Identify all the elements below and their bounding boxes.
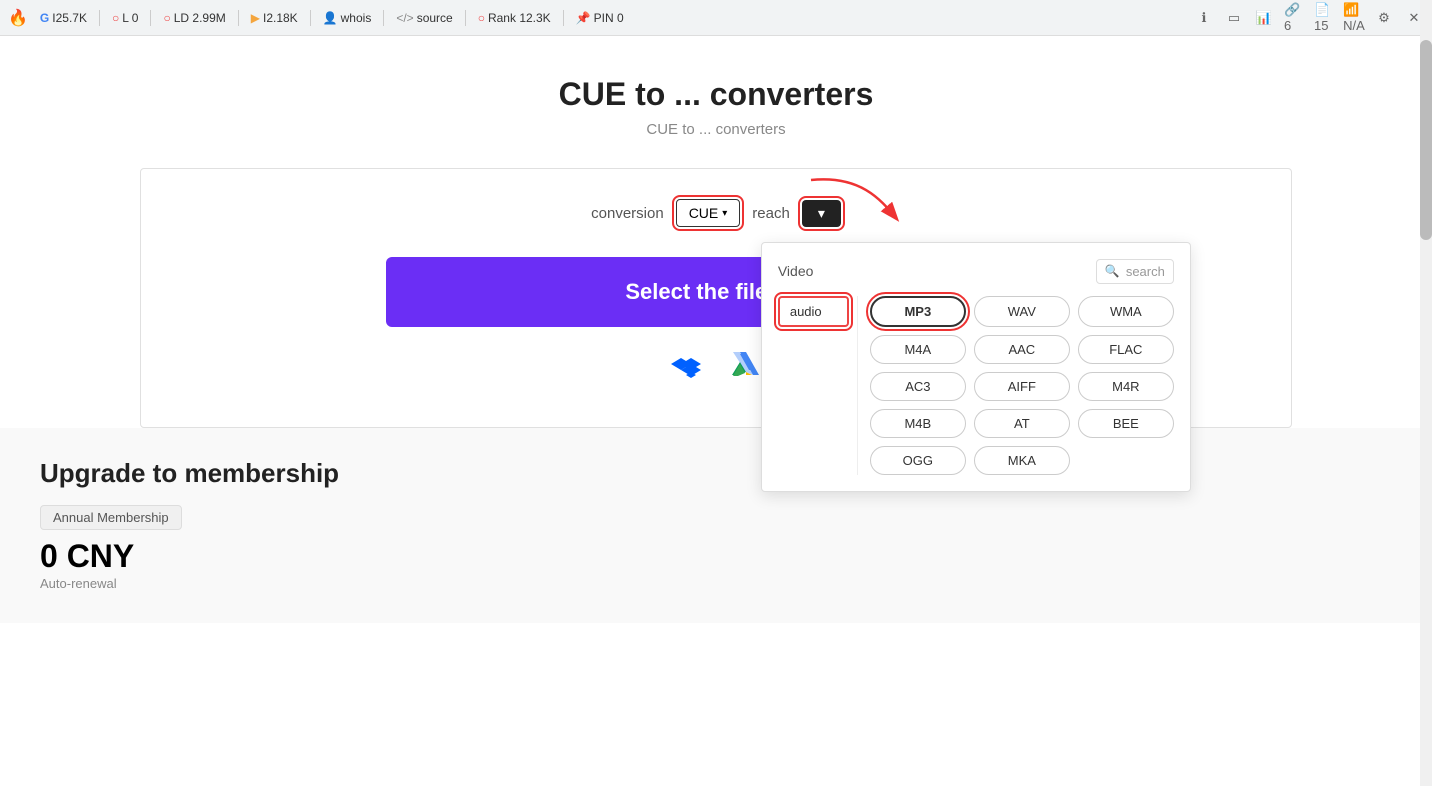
search-placeholder: search xyxy=(1126,264,1165,279)
stat-g: G I25.7K xyxy=(40,11,87,25)
format-ogg[interactable]: OGG xyxy=(870,446,966,475)
format-m4r[interactable]: M4R xyxy=(1078,372,1174,401)
target-format-container: ▾ Video 🔍 xyxy=(802,200,841,227)
format-at[interactable]: AT xyxy=(974,409,1070,438)
category-sidebar: audio xyxy=(778,296,858,475)
format-m4a[interactable]: M4A xyxy=(870,335,966,364)
format-mp3[interactable]: MP3 xyxy=(870,296,966,327)
chart-icon[interactable]: 📊 xyxy=(1254,8,1274,28)
links-icon[interactable]: 🔗 6 xyxy=(1284,8,1304,28)
format-mka[interactable]: MKA xyxy=(974,446,1070,475)
target-format-caret: ▾ xyxy=(818,205,825,222)
browser-toolbar: 🔥 G I25.7K ○ L 0 ○ LD 2.99M ▶ I2.18K 👤 w… xyxy=(0,0,1432,36)
stat-l-value: L 0 xyxy=(122,11,138,25)
sep3 xyxy=(238,10,239,26)
ld-icon: ○ xyxy=(163,11,170,25)
stat-ld: ○ LD 2.99M xyxy=(163,11,225,25)
select-file-label: Select the file xyxy=(625,279,767,305)
formats-grid: MP3 WAV WMA M4A AAC FLAC AC3 AIFF M4R M4… xyxy=(858,296,1174,475)
pages-icon[interactable]: 📄 15 xyxy=(1314,8,1334,28)
b-icon: ▶ xyxy=(251,11,260,25)
main-content: CUE to ... converters CUE to ... convert… xyxy=(0,36,1432,786)
format-wma[interactable]: WMA xyxy=(1078,296,1174,327)
format-dropdown-panel: Video 🔍 search audio MP3 xyxy=(761,242,1191,492)
converter-card: conversion CUE ▾ reach ▾ xyxy=(140,168,1292,428)
format-ac3[interactable]: AC3 xyxy=(870,372,966,401)
sep1 xyxy=(99,10,100,26)
format-wav[interactable]: WAV xyxy=(974,296,1070,327)
stat-rank: ○ Rank 12.3K xyxy=(478,11,551,25)
toolbar-right: ℹ ▭ 📊 🔗 6 📄 15 📶 N/A ⚙ ✕ xyxy=(1194,8,1424,28)
stat-b: ▶ I2.18K xyxy=(251,11,298,25)
stat-b-value: I2.18K xyxy=(263,11,298,25)
stat-pin-value: PIN 0 xyxy=(594,11,624,25)
stat-whois: 👤 whois xyxy=(323,11,372,25)
format-flac[interactable]: FLAC xyxy=(1078,335,1174,364)
rank-icon: ○ xyxy=(478,11,485,25)
scrollbar[interactable] xyxy=(1420,0,1432,786)
format-aiff[interactable]: AIFF xyxy=(974,372,1070,401)
stat-source-value: source xyxy=(417,11,453,25)
conversion-row: conversion CUE ▾ reach ▾ xyxy=(181,199,1251,227)
person-icon: 👤 xyxy=(323,11,338,25)
sep4 xyxy=(310,10,311,26)
l-icon: ○ xyxy=(112,11,119,25)
category-audio[interactable]: audio xyxy=(778,296,849,327)
price-row: 0 CNY xyxy=(40,538,1392,575)
sep6 xyxy=(465,10,466,26)
reach-label: reach xyxy=(752,205,790,222)
membership-badge: Annual Membership xyxy=(40,505,182,530)
search-icon: 🔍 xyxy=(1105,264,1120,278)
scrollbar-thumb[interactable] xyxy=(1420,40,1432,240)
browser-logo: 🔥 xyxy=(8,8,28,28)
from-format-button[interactable]: CUE ▾ xyxy=(676,199,741,227)
sep2 xyxy=(150,10,151,26)
dropbox-icon[interactable] xyxy=(666,347,706,387)
format-aac[interactable]: AAC xyxy=(974,335,1070,364)
auto-renewal: Auto-renewal xyxy=(40,576,117,591)
dropdown-header: Video 🔍 search xyxy=(778,259,1174,284)
g-icon: G xyxy=(40,11,49,25)
stat-pin: 📌 PIN 0 xyxy=(576,11,624,25)
pin-icon: 📌 xyxy=(576,11,591,25)
sep7 xyxy=(563,10,564,26)
price-value: 0 CNY xyxy=(40,538,134,575)
cue-caret-icon: ▾ xyxy=(722,208,727,219)
stat-l: ○ L 0 xyxy=(112,11,139,25)
stat-whois-value: whois xyxy=(341,11,372,25)
stat-ld-value: LD 2.99M xyxy=(174,11,226,25)
wifi-icon[interactable]: 📶 N/A xyxy=(1344,8,1364,28)
code-icon: </> xyxy=(396,11,413,25)
page-title: CUE to ... converters xyxy=(0,76,1432,113)
upgrade-section: Upgrade to membership Annual Membership … xyxy=(0,428,1432,623)
conversion-label: conversion xyxy=(591,205,664,222)
gear-icon[interactable]: ⚙ xyxy=(1374,8,1394,28)
info-icon[interactable]: ℹ xyxy=(1194,8,1214,28)
stat-g-value: I25.7K xyxy=(52,11,87,25)
format-bee[interactable]: BEE xyxy=(1078,409,1174,438)
format-m4b[interactable]: M4B xyxy=(870,409,966,438)
stat-rank-value: Rank 12.3K xyxy=(488,11,551,25)
target-format-button[interactable]: ▾ xyxy=(802,200,841,227)
sep5 xyxy=(383,10,384,26)
format-search-box[interactable]: 🔍 search xyxy=(1096,259,1174,284)
tablet-icon[interactable]: ▭ xyxy=(1224,8,1244,28)
from-format-label: CUE xyxy=(689,205,719,221)
dropdown-body: audio MP3 WAV WMA M4A AAC FLAC AC3 AIFF xyxy=(778,296,1174,475)
stat-source: </> source xyxy=(396,11,452,25)
video-category-label: Video xyxy=(778,263,814,279)
page-subtitle: CUE to ... converters xyxy=(0,121,1432,138)
